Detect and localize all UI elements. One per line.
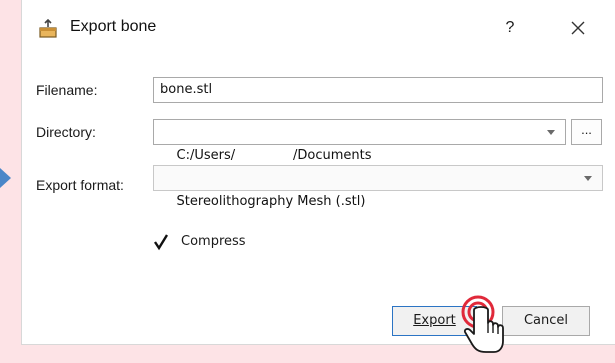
filename-input[interactable]: bone.stl <box>153 77 603 103</box>
close-icon <box>571 21 585 35</box>
filename-label: Filename: <box>36 82 98 98</box>
title-bar: Export bone ? <box>22 0 615 58</box>
help-button[interactable]: ? <box>500 16 520 40</box>
chevron-down-icon <box>584 176 592 181</box>
dialog-title: Export bone <box>70 18 157 35</box>
export-format-value: Stereolithography Mesh (.stl) <box>176 194 366 209</box>
export-button[interactable]: Export <box>392 306 477 336</box>
export-box-icon <box>38 18 58 39</box>
directory-label: Directory: <box>36 124 96 140</box>
export-format-label: Export format: <box>36 177 124 193</box>
directory-value: C:/Users/ /Documents <box>176 148 372 163</box>
export-format-select[interactable]: Stereolithography Mesh (.stl) <box>153 165 603 209</box>
compress-label: Compress <box>181 234 246 249</box>
callout-arrow <box>0 168 11 188</box>
checkmark-icon <box>153 232 169 252</box>
chevron-down-icon <box>547 130 555 135</box>
directory-combobox[interactable]: C:/Users/ /Documents <box>153 119 566 163</box>
close-button[interactable] <box>565 14 591 42</box>
browse-button[interactable]: ... <box>571 119 602 145</box>
export-dialog: Export bone ? Filename: bone.stl Directo… <box>21 0 615 353</box>
cancel-button[interactable]: Cancel <box>502 306 590 336</box>
export-button-label: Export <box>413 313 456 328</box>
